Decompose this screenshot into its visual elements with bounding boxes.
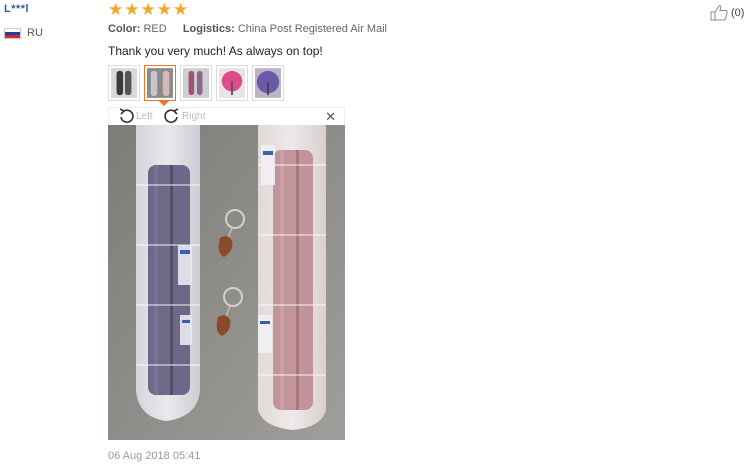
rotate-left-label: Left xyxy=(136,110,153,122)
rotate-left-button[interactable]: Left xyxy=(117,108,153,124)
star-icon: ★ xyxy=(156,0,172,20)
photo-thumbnail-selected[interactable] xyxy=(144,65,176,101)
umbrella-photo-4 xyxy=(219,68,245,98)
reviewer-name: L***l xyxy=(4,3,30,15)
russia-flag-icon xyxy=(4,27,21,39)
thumbs-up-icon xyxy=(710,5,728,21)
photo-thumbnail[interactable] xyxy=(108,65,140,101)
star-icon: ★ xyxy=(108,0,124,20)
rotate-left-icon xyxy=(119,108,134,124)
rotate-right-icon xyxy=(164,108,179,124)
helpful-button[interactable]: (0) xyxy=(710,4,744,21)
rotate-right-label: Right xyxy=(182,110,206,122)
logistics-value: China Post Registered Air Mail xyxy=(237,23,388,35)
rotate-right-button[interactable]: Right xyxy=(163,108,205,124)
photo-thumbnail[interactable] xyxy=(180,65,212,101)
selected-thumbnail-pointer xyxy=(159,101,169,106)
umbrella-photo-3 xyxy=(183,68,209,98)
review-photo-large[interactable] xyxy=(108,125,345,440)
photo-thumbnail[interactable] xyxy=(252,65,284,101)
close-viewer-icon[interactable]: ✕ xyxy=(325,110,336,125)
helpful-count: (0) xyxy=(731,6,745,19)
reviewer-country: RU xyxy=(4,27,43,39)
image-viewer-toolbar: Left Right ✕ xyxy=(108,107,345,125)
order-meta: Color: RED Logistics: China Post Registe… xyxy=(108,23,387,35)
umbrella-photo-2 xyxy=(147,68,173,98)
star-icon: ★ xyxy=(124,0,140,20)
star-icon: ★ xyxy=(140,0,156,20)
review-text: Thank you very much! As always on top! xyxy=(108,44,323,58)
photo-thumbnail[interactable] xyxy=(216,65,248,101)
color-label: Color: xyxy=(108,23,141,35)
star-rating: ★ ★ ★ ★ ★ xyxy=(108,2,188,19)
photo-thumbnails xyxy=(108,65,284,101)
umbrella-photo-5 xyxy=(255,68,281,98)
umbrella-photo-1 xyxy=(111,68,137,98)
star-icon: ★ xyxy=(173,0,189,20)
review-date: 06 Aug 2018 05:41 xyxy=(108,450,201,462)
umbrella-package-photo xyxy=(108,125,345,440)
logistics-label: Logistics: xyxy=(182,23,235,35)
color-value: RED xyxy=(143,23,167,35)
country-code: RU xyxy=(27,27,43,39)
